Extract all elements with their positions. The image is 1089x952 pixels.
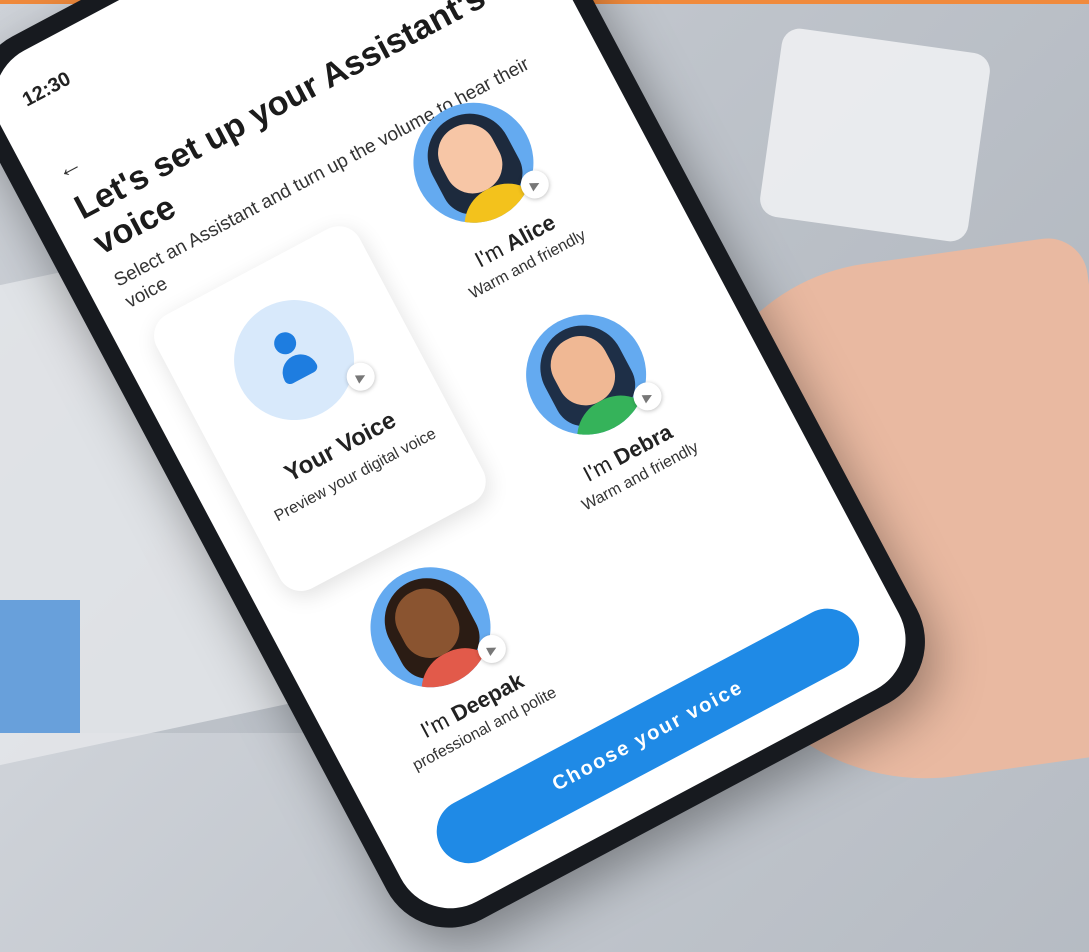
- back-arrow-icon[interactable]: ←: [50, 147, 88, 187]
- your-voice-avatar: [212, 278, 376, 442]
- status-time: 12:30: [18, 67, 75, 112]
- person-icon: [264, 325, 324, 395]
- background-blue-object: [0, 600, 80, 733]
- background-device: [757, 26, 993, 244]
